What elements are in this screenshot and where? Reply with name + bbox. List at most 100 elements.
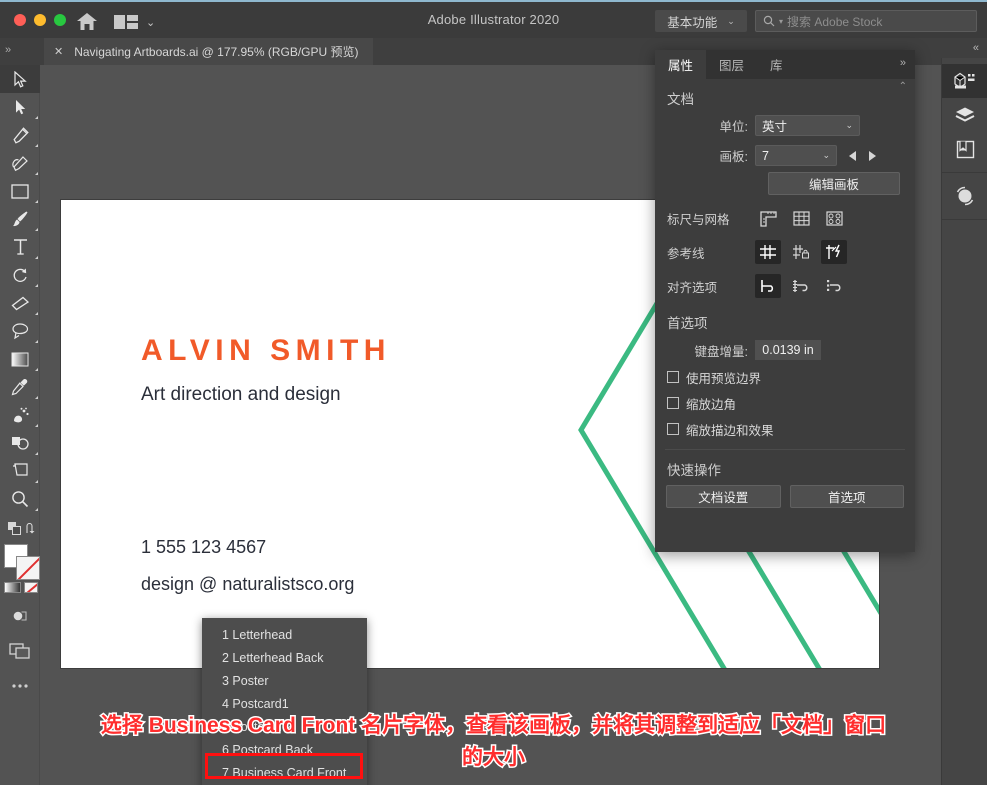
more-tools-icon[interactable]	[0, 672, 40, 700]
artwork-phone: 1 555 123 4567	[141, 537, 267, 557]
toolbar-divider-3	[0, 665, 39, 672]
checkbox-label: 缩放边角	[686, 397, 737, 412]
properties-panel: 属性 图层 库 » ⌃ 文档 单位: 英寸 ⌄ 画板: 7 ⌄ 编辑画板 标尺与…	[655, 50, 915, 552]
document-tab[interactable]: ✕ Navigating Artboards.ai @ 177.95% (RGB…	[44, 38, 373, 65]
tool-symbol-sprayer[interactable]	[0, 401, 40, 429]
swap-fill-stroke-icon[interactable]	[26, 522, 38, 540]
artboard-list-item[interactable]: 4 Postcard1	[202, 693, 367, 716]
checkbox-scale-corners[interactable]: 缩放边角	[655, 390, 915, 416]
tool-rectangle[interactable]	[0, 177, 40, 205]
edit-artboards-button[interactable]: 编辑画板	[768, 172, 900, 195]
show-transparency-grid-icon[interactable]	[821, 206, 847, 230]
tab-properties[interactable]: 属性	[655, 50, 707, 79]
document-setup-button[interactable]: 文档设置	[666, 485, 781, 508]
tab-libraries[interactable]: 库	[757, 50, 796, 79]
tool-eyedropper[interactable]	[0, 373, 40, 401]
stock-search-input[interactable]: ▾ 搜索 Adobe Stock	[755, 10, 977, 32]
checkbox-icon[interactable]	[667, 371, 679, 383]
artboard-list-item[interactable]: 2 Letterhead Back	[202, 647, 367, 670]
guides-row: 参考线	[655, 235, 915, 269]
tool-type[interactable]	[0, 233, 40, 261]
tool-direct-selection[interactable]	[0, 93, 40, 121]
dock-color-guide-icon[interactable]	[942, 179, 987, 213]
checkbox-icon[interactable]	[667, 397, 679, 409]
artboard-list-item[interactable]: 3 Poster	[202, 670, 367, 693]
tab-layers[interactable]: 图层	[706, 50, 757, 79]
flyout-triangle-icon	[35, 508, 38, 511]
draw-mode-icon[interactable]	[0, 602, 40, 630]
properties-panel-tabs: 属性 图层 库 »	[655, 50, 915, 79]
tool-rotate[interactable]	[0, 261, 40, 289]
tool-curvature[interactable]	[0, 149, 40, 177]
tool-pen[interactable]	[0, 121, 40, 149]
rulers-grid-row: 标尺与网格	[655, 201, 915, 235]
document-tab-title: Navigating Artboards.ai @ 177.95% (RGB/G…	[74, 45, 359, 59]
tool-artboard[interactable]	[0, 457, 40, 485]
units-row: 单位: 英寸 ⌄	[655, 112, 915, 139]
flyout-triangle-icon	[35, 340, 38, 343]
show-grid-icon[interactable]	[788, 206, 814, 230]
show-rulers-icon[interactable]	[755, 206, 781, 230]
preferences-button[interactable]: 首选项	[789, 485, 904, 508]
keyboard-increment-row: 键盘增量: 0.0139 in	[655, 336, 915, 364]
units-select[interactable]: 英寸 ⌄	[755, 115, 860, 136]
flyout-triangle-icon	[35, 452, 38, 455]
tool-zoom[interactable]	[0, 485, 40, 513]
stroke-swatch[interactable]	[16, 556, 40, 580]
tools-panel	[0, 65, 40, 785]
artboard-dropdown-list[interactable]: 1 Letterhead 2 Letterhead Back 3 Poster …	[202, 618, 367, 785]
fill-stroke-swatches	[0, 542, 40, 602]
dock-properties-icon[interactable]	[942, 64, 987, 98]
panel-menu-icon[interactable]: »	[900, 57, 906, 69]
flyout-triangle-icon	[35, 312, 38, 315]
screen-mode-icon[interactable]	[0, 637, 40, 665]
show-guides-icon[interactable]	[755, 240, 781, 264]
section-title-preferences: 首选项	[667, 316, 708, 331]
default-fill-stroke-icon[interactable]	[8, 522, 22, 541]
toolbar-divider	[0, 513, 39, 520]
snap-to-grid-icon[interactable]	[788, 274, 814, 298]
guides-label: 参考线	[667, 246, 705, 261]
units-value: 英寸	[762, 120, 788, 134]
flyout-triangle-icon	[35, 200, 38, 203]
artboard-list-item-selected[interactable]: 7 Business Card Front	[202, 762, 367, 785]
artboard-label: 画板:	[719, 150, 748, 164]
gradient-swatch-icon[interactable]	[4, 582, 21, 593]
keyboard-increment-input[interactable]: 0.0139 in	[755, 340, 821, 360]
chevron-up-icon[interactable]: ⌃	[899, 81, 907, 92]
artboard-list-item[interactable]: 1 Letterhead	[202, 624, 367, 647]
tabbar-overflow-left-icon[interactable]: »	[5, 44, 11, 56]
tool-eraser[interactable]	[0, 289, 40, 317]
prev-artboard-icon[interactable]	[849, 150, 856, 161]
checkbox-use-preview-bounds[interactable]: 使用预览边界	[655, 364, 915, 390]
dock-libraries-icon[interactable]	[942, 132, 987, 166]
artboard-select[interactable]: 7 ⌄	[755, 145, 837, 166]
section-title-document: 文档	[667, 92, 694, 107]
tool-gradient[interactable]	[0, 345, 40, 373]
artboard-list-item[interactable]: 6 Postcard Back	[202, 739, 367, 762]
tool-selection[interactable]	[0, 65, 40, 93]
flyout-triangle-icon	[35, 424, 38, 427]
checkbox-scale-strokes-effects[interactable]: 缩放描边和效果	[655, 416, 915, 442]
snap-to-point-icon[interactable]	[755, 274, 781, 298]
flyout-triangle-icon	[35, 228, 38, 231]
toolbar-divider-2	[0, 630, 39, 637]
tabbar-overflow-right-icon[interactable]: «	[973, 42, 979, 54]
smart-guides-icon[interactable]	[821, 240, 847, 264]
stock-search-placeholder: 搜索 Adobe Stock	[787, 14, 883, 29]
artwork-email: design @ naturalistsco.org	[141, 574, 355, 594]
tool-lasso[interactable]	[0, 317, 40, 345]
next-artboard-icon[interactable]	[869, 150, 876, 161]
close-icon[interactable]: ✕	[54, 45, 63, 58]
snap-to-pixel-icon[interactable]	[821, 274, 847, 298]
workspace-menu[interactable]: 基本功能 ⌄	[655, 10, 747, 32]
lock-guides-icon[interactable]	[788, 240, 814, 264]
flyout-triangle-icon	[35, 284, 38, 287]
none-swatch-icon[interactable]	[24, 582, 38, 593]
artboard-list-item[interactable]: 5 Postcard 2	[202, 716, 367, 739]
tool-shape-builder[interactable]	[0, 429, 40, 457]
flyout-triangle-icon	[35, 144, 38, 147]
checkbox-icon[interactable]	[667, 423, 679, 435]
dock-layers-icon[interactable]	[942, 98, 987, 132]
tool-paintbrush[interactable]	[0, 205, 40, 233]
